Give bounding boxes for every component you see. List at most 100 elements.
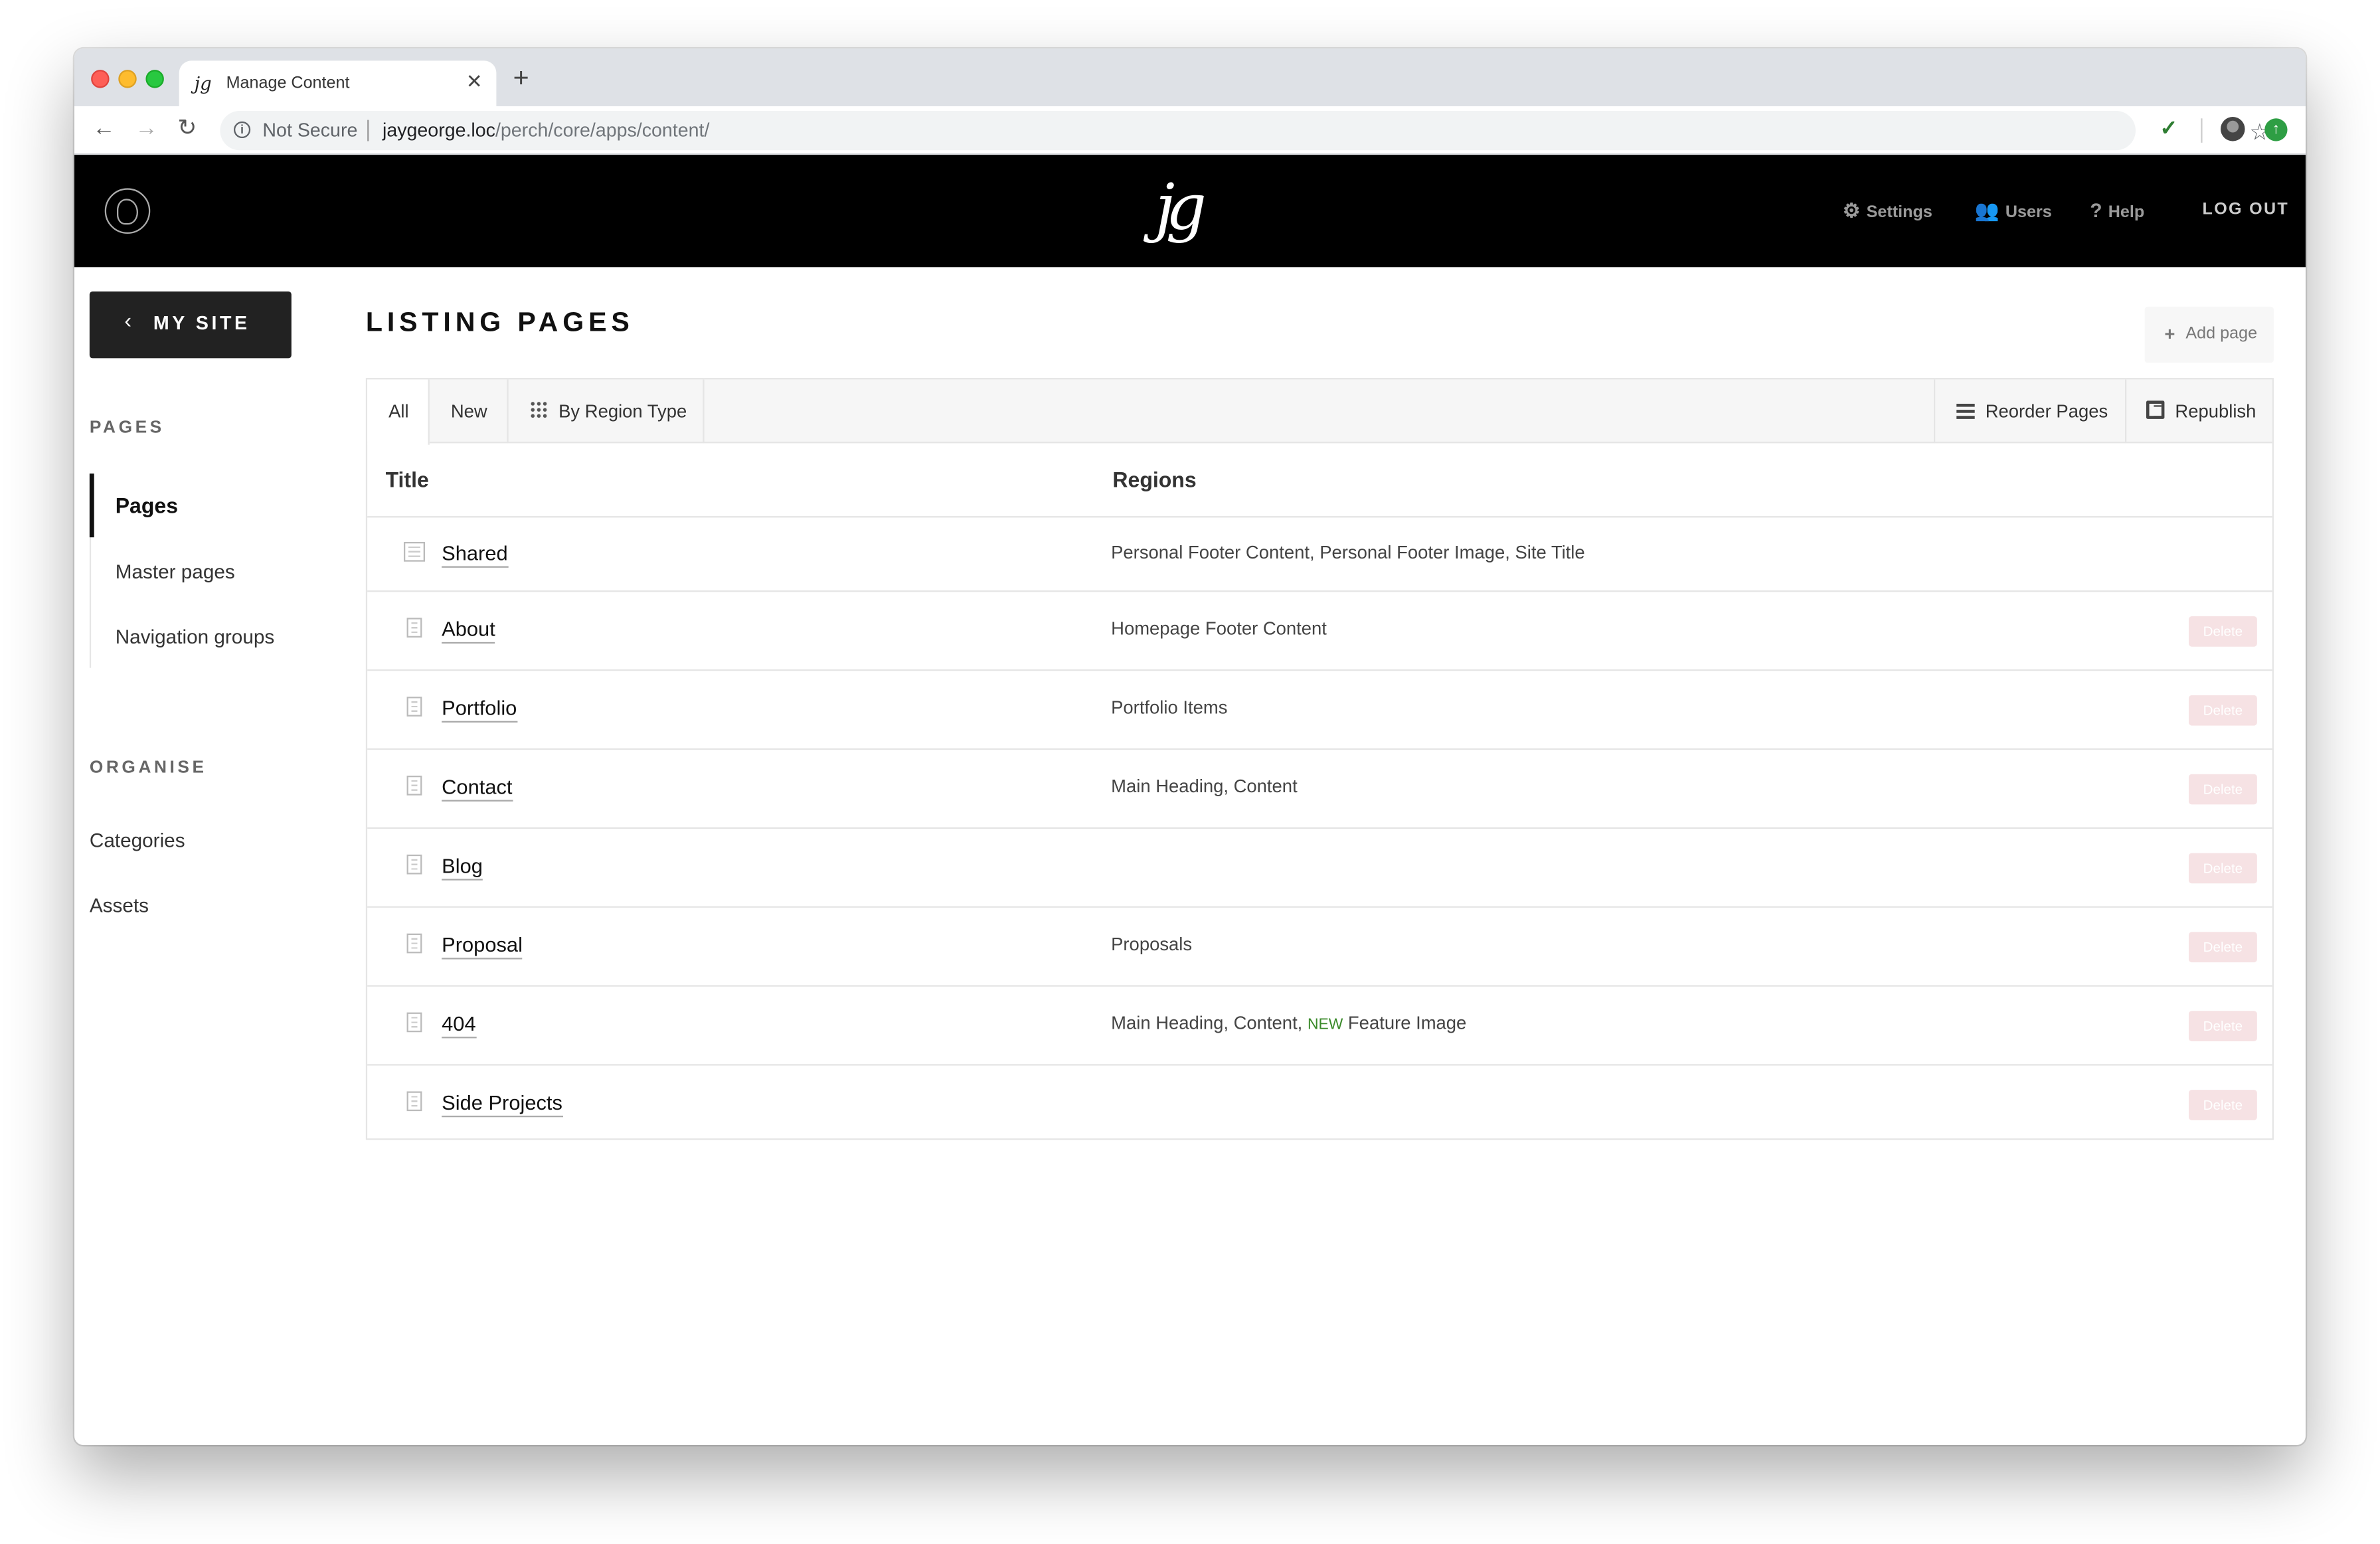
add-page-label: Add page bbox=[2185, 325, 2258, 343]
toolbar-divider bbox=[2201, 118, 2203, 143]
users-link[interactable]: 👥 Users bbox=[1975, 199, 2052, 223]
republish-button[interactable]: Republish bbox=[2124, 379, 2274, 444]
tab-strip: jg Manage Content ✕ + bbox=[74, 48, 2306, 106]
table-row: About Homepage Footer Content Delete bbox=[367, 592, 2272, 671]
delete-button[interactable]: Delete bbox=[2188, 1090, 2257, 1120]
new-badge: NEW bbox=[1307, 1017, 1343, 1034]
update-icon[interactable]: ↑ bbox=[2264, 118, 2288, 141]
browser-tab[interactable]: jg Manage Content ✕ bbox=[179, 60, 497, 106]
security-status[interactable]: Not Secure bbox=[262, 120, 357, 141]
table-row: Proposal Proposals Delete bbox=[367, 908, 2272, 987]
globe-icon[interactable] bbox=[104, 188, 151, 234]
tab-by-region-type[interactable]: By Region Type bbox=[509, 379, 705, 444]
new-tab-icon[interactable]: + bbox=[513, 64, 529, 91]
delete-button[interactable]: Delete bbox=[2188, 616, 2257, 647]
help-link[interactable]: ? Help bbox=[2090, 199, 2144, 221]
republish-icon bbox=[2146, 400, 2165, 419]
users-icon: 👥 bbox=[1974, 199, 1999, 222]
page-icon bbox=[406, 697, 422, 717]
info-icon[interactable]: i bbox=[233, 121, 251, 138]
back-icon[interactable]: ← bbox=[92, 116, 115, 141]
add-page-button[interactable]: + Add page bbox=[2144, 306, 2274, 363]
reorder-pages-button[interactable]: Reorder Pages bbox=[1933, 379, 2125, 444]
sidebar-item-master-pages[interactable]: Master pages bbox=[116, 560, 235, 582]
table-row: Shared Personal Footer Content, Personal… bbox=[367, 517, 2272, 592]
close-window-button[interactable] bbox=[91, 70, 110, 88]
url-separator bbox=[367, 120, 369, 141]
shared-page-icon bbox=[403, 541, 425, 562]
reload-icon[interactable]: ↻ bbox=[177, 116, 197, 141]
page-title-link[interactable]: Side Projects bbox=[442, 1091, 562, 1118]
page-title: LISTING PAGES bbox=[365, 306, 634, 337]
page-title-link[interactable]: Shared bbox=[442, 542, 508, 568]
column-title[interactable]: Title bbox=[386, 468, 429, 492]
logout-link[interactable]: LOG OUT bbox=[2203, 201, 2290, 218]
page-regions: Portfolio Items bbox=[1111, 697, 1228, 719]
pages-heading: PAGES bbox=[89, 418, 165, 438]
browser-window: jg Manage Content ✕ + ← → ↻ i Not Secure… bbox=[74, 48, 2306, 1445]
help-icon: ? bbox=[2090, 199, 2102, 222]
page-title-link[interactable]: Proposal bbox=[442, 934, 523, 960]
page-regions: Personal Footer Content, Personal Footer… bbox=[1111, 541, 1585, 563]
site-logo[interactable]: jg bbox=[1155, 170, 1206, 246]
app-header: jg ⚙ Settings 👥 Users ? Help LOG OUT bbox=[74, 155, 2306, 268]
active-indicator bbox=[89, 473, 94, 538]
tab-title: Manage Content bbox=[226, 74, 350, 93]
maximize-window-button[interactable] bbox=[145, 70, 164, 88]
browser-toolbar: ← → ↻ i Not Secure jaygeorge.loc/perch/c… bbox=[74, 106, 2306, 155]
organise-heading: ORGANISE bbox=[89, 758, 207, 778]
page-icon bbox=[406, 933, 422, 954]
tab-all[interactable]: All bbox=[367, 379, 430, 445]
table-row: Side Projects Delete bbox=[367, 1066, 2272, 1142]
filter-bar: All New By Region Type Reorder Pages Rep… bbox=[367, 379, 2274, 445]
table-row: Blog Delete bbox=[367, 829, 2272, 908]
page-regions: Main Heading, Content bbox=[1111, 775, 1298, 797]
my-site-button[interactable]: ‹ MY SITE bbox=[89, 291, 292, 359]
sidebar-item-assets[interactable]: Assets bbox=[90, 894, 149, 916]
pages-nav: Pages Master pages Navigation groups bbox=[89, 473, 333, 668]
delete-button[interactable]: Delete bbox=[2188, 853, 2257, 884]
url-text[interactable]: jaygeorge.loc/perch/core/apps/content/ bbox=[382, 120, 709, 141]
page-icon bbox=[406, 1012, 422, 1033]
page-regions: Main Heading, Content, NEW Feature Image bbox=[1111, 1012, 1467, 1034]
page-icon bbox=[406, 1091, 422, 1112]
tab-new[interactable]: New bbox=[430, 379, 509, 444]
gear-icon: ⚙ bbox=[1842, 199, 1861, 222]
page-title-link[interactable]: Blog bbox=[442, 855, 483, 881]
delete-button[interactable]: Delete bbox=[2188, 774, 2257, 805]
table-row: Contact Main Heading, Content Delete bbox=[367, 750, 2272, 829]
pages-panel: All New By Region Type Reorder Pages Rep… bbox=[365, 378, 2274, 1142]
page-title-link[interactable]: About bbox=[442, 618, 495, 644]
sidebar-item-navigation-groups[interactable]: Navigation groups bbox=[116, 626, 275, 648]
extension-icon[interactable]: ✓ bbox=[2160, 116, 2178, 141]
delete-button[interactable]: Delete bbox=[2188, 932, 2257, 963]
table-row: Portfolio Portfolio Items Delete bbox=[367, 671, 2272, 750]
settings-link[interactable]: ⚙ Settings bbox=[1843, 199, 1932, 223]
address-bar[interactable]: i Not Secure jaygeorge.loc/perch/core/ap… bbox=[220, 110, 2270, 151]
delete-button[interactable]: Delete bbox=[2188, 695, 2257, 726]
page-title-link[interactable]: Portfolio bbox=[442, 697, 517, 723]
page-icon bbox=[406, 618, 422, 638]
page-regions: Homepage Footer Content bbox=[1111, 618, 1327, 640]
page-regions: Proposals bbox=[1111, 933, 1193, 955]
menu-lines-icon bbox=[1956, 403, 1975, 419]
minimize-window-button[interactable] bbox=[118, 70, 137, 88]
column-regions[interactable]: Regions bbox=[1112, 468, 1196, 492]
delete-button[interactable]: Delete bbox=[2188, 1011, 2257, 1041]
forward-icon[interactable]: → bbox=[135, 116, 157, 141]
page-title-link[interactable]: 404 bbox=[442, 1013, 476, 1039]
close-tab-icon[interactable]: ✕ bbox=[466, 70, 483, 94]
site-favicon-icon: jg bbox=[194, 72, 212, 94]
chevron-left-icon: ‹ bbox=[124, 307, 132, 333]
my-site-label: MY SITE bbox=[153, 312, 250, 334]
table-row: 404 Main Heading, Content, NEW Feature I… bbox=[367, 987, 2272, 1066]
grid-icon bbox=[529, 400, 549, 419]
profile-icon[interactable] bbox=[2220, 116, 2245, 141]
page-icon bbox=[406, 854, 422, 875]
page-icon bbox=[406, 775, 422, 796]
page-title-link[interactable]: Contact bbox=[442, 776, 513, 802]
table-header: Title Regions bbox=[367, 443, 2272, 518]
plus-icon: + bbox=[2164, 323, 2175, 345]
sidebar-item-pages[interactable]: Pages bbox=[116, 493, 178, 518]
sidebar-item-categories[interactable]: Categories bbox=[90, 829, 185, 851]
